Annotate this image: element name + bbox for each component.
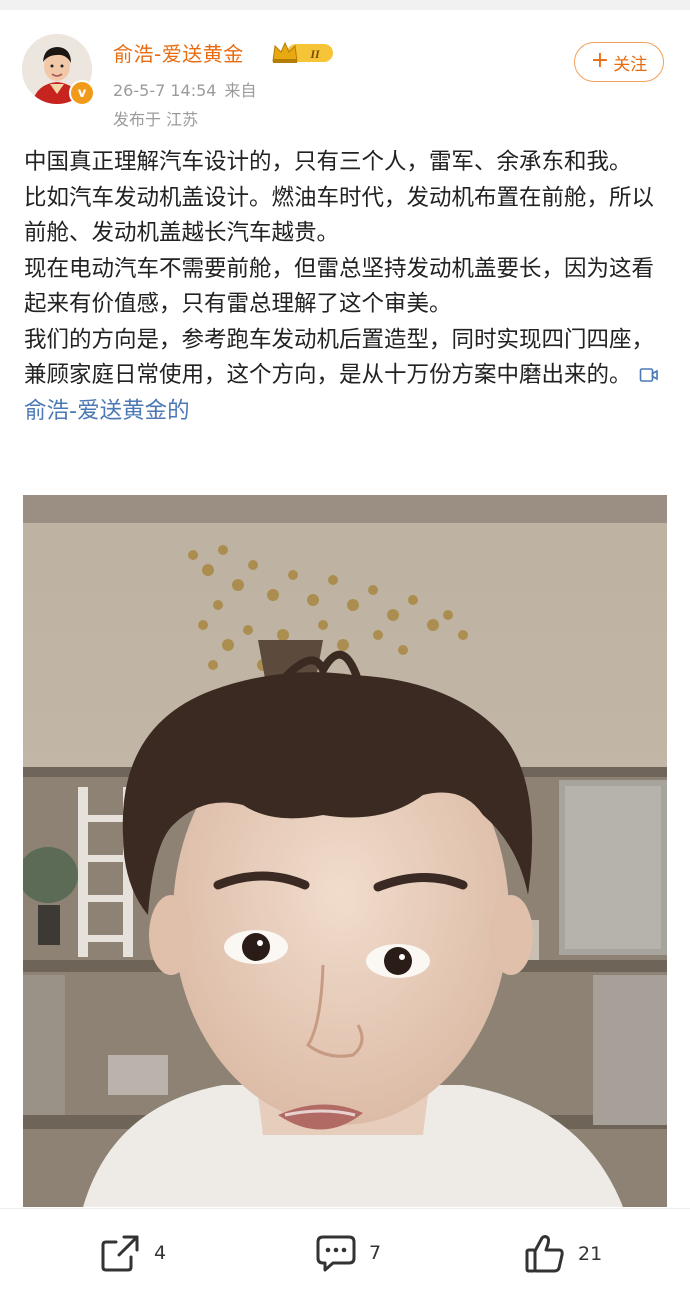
share-button[interactable]: 4 [100, 1233, 166, 1273]
follow-label: 关注 [613, 54, 648, 75]
share-count: 4 [154, 1242, 167, 1264]
follow-button[interactable]: + 关注 [574, 42, 664, 82]
action-bar: 4 7 21 [0, 1208, 690, 1299]
author-name[interactable]: 俞浩-爱送黄金 [113, 38, 244, 67]
post-paragraph: 现在电动汽车不需要前舱，但雷总坚持发动机盖要长，因为这看起来有价值感，只有雷总理… [24, 255, 655, 318]
share-icon [101, 1235, 139, 1272]
post-paragraph-text: 我们的方向是，参考跑车发动机后置造型，同时实现四门四座，兼顾家庭日常使用，这个方… [24, 326, 655, 389]
like-button[interactable]: 21 [524, 1233, 602, 1275]
post-source: 来自 [224, 81, 257, 100]
comment-icon [316, 1235, 356, 1272]
thumbs-up-icon [525, 1235, 564, 1273]
verified-badge-icon: v [69, 80, 95, 106]
video-link-label: 俞浩-爱送黄金的 [24, 397, 190, 424]
level-badge-label: II [309, 47, 321, 61]
comment-button[interactable]: 7 [315, 1233, 381, 1273]
post-location: 发布于 江苏 [113, 110, 199, 129]
post-paragraph: 中国真正理解汽车设计的，只有三个人，雷军、余承东和我。 [24, 149, 632, 175]
plus-icon: + [590, 48, 610, 73]
video-icon [639, 368, 658, 382]
comment-count: 7 [369, 1242, 382, 1264]
post-body: 中国真正理解汽车设计的，只有三个人，雷军、余承东和我。 比如汽车发动机盖设计。燃… [24, 145, 669, 429]
post-meta: 26-5-7 14:54 来自 [113, 77, 256, 101]
post-video-thumbnail[interactable] [23, 495, 667, 1207]
post-time: 26-5-7 14:54 [113, 81, 217, 100]
like-count: 21 [578, 1243, 603, 1265]
crown-badge-icon[interactable]: II [271, 40, 335, 70]
top-divider [0, 0, 690, 10]
post-paragraph: 我们的方向是，参考跑车发动机后置造型，同时实现四门四座，兼顾家庭日常使用，这个方… [24, 323, 669, 430]
post-paragraph: 比如汽车发动机盖设计。燃油车时代，发动机布置在前舱，所以前舱、发动机盖越长汽车越… [24, 184, 655, 247]
